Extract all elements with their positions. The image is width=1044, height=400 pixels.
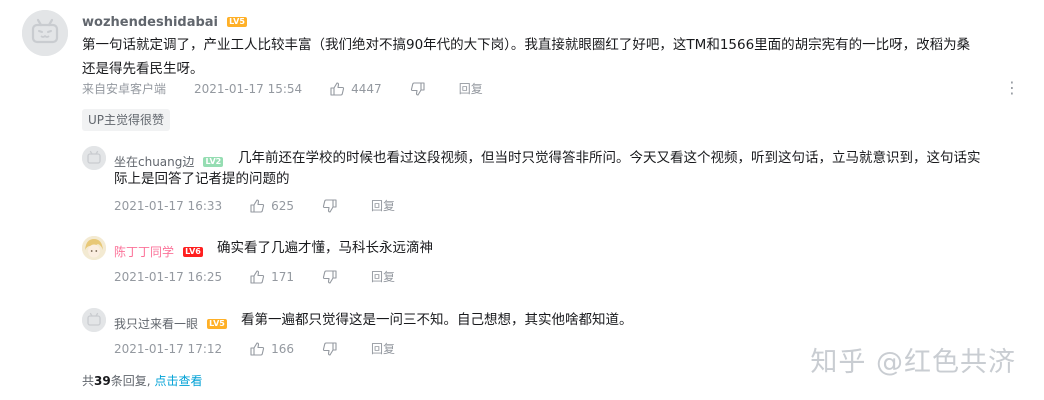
footer-prefix: 共	[82, 374, 95, 388]
comment-text-line: 还是得先看民生呀。	[82, 61, 204, 77]
level-badge: LV2	[203, 156, 224, 167]
reply-text-line: 确实看了几遍才懂，马科长永远滴神	[217, 240, 433, 256]
watermark: 知乎 @红色共济	[810, 347, 1016, 378]
like-button[interactable]: 625	[250, 199, 294, 213]
reply-text-continued: 际上是回答了记者提的问题的	[114, 167, 1014, 191]
username[interactable]: wozhendeshidabai	[82, 15, 218, 30]
comment-text-line: 第一句话就定调了，产业工人比较丰富（我们绝对不搞90年代的大下岗）。我直接就眼圈…	[82, 37, 971, 53]
like-count: 625	[271, 198, 295, 213]
reply-text: 看第一遍都只觉得这是一问三不知。自己想想，其实他啥都知道。	[241, 308, 1001, 332]
timestamp: 2021-01-17 15:54	[194, 81, 303, 96]
like-count: 171	[271, 269, 295, 284]
reply-count-footer: 共39条回复, 点击查看	[82, 372, 203, 389]
avatar[interactable]	[82, 146, 106, 170]
timestamp: 2021-01-17 16:33	[114, 198, 223, 213]
thumbs-down-icon	[322, 341, 337, 356]
reply-button[interactable]: 回复	[371, 340, 395, 357]
reply-meta: 2021-01-17 17:12 166 回复	[114, 340, 423, 357]
reply-text-line: 看第一遍都只觉得这是一问三不知。自己想想，其实他啥都知道。	[241, 312, 633, 328]
comment-meta: 来自安卓客户端 2021-01-17 15:54 4447 回复	[82, 80, 511, 97]
reply-meta: 2021-01-17 16:33 625 回复	[114, 197, 423, 214]
reply-meta: 2021-01-17 16:25 171 回复	[114, 268, 423, 285]
default-avatar-icon	[22, 10, 68, 56]
default-avatar-icon	[82, 146, 106, 170]
reply-button[interactable]: 回复	[371, 197, 395, 214]
default-avatar-icon	[82, 308, 106, 332]
footer-suffix: 条回复,	[110, 374, 151, 388]
thumbs-up-icon	[330, 81, 345, 96]
dislike-button[interactable]	[322, 341, 343, 356]
like-count: 166	[271, 341, 295, 356]
like-button[interactable]: 166	[250, 342, 294, 356]
thumbs-down-icon	[410, 81, 425, 96]
timestamp: 2021-01-17 17:12	[114, 341, 223, 356]
avatar[interactable]	[82, 236, 106, 260]
username[interactable]: 我只过来看一眼	[114, 317, 198, 331]
reply-header: 我只过来看一眼 LV5	[114, 313, 227, 332]
comment-header: wozhendeshidabai LV5	[82, 11, 247, 30]
thumbs-up-icon	[250, 198, 265, 213]
dislike-button[interactable]	[322, 198, 343, 213]
thumbs-up-icon	[250, 341, 265, 356]
view-replies-link[interactable]: 点击查看	[155, 374, 203, 388]
reply-text-line: 际上是回答了记者提的问题的	[114, 171, 290, 187]
avatar[interactable]	[22, 10, 68, 56]
reply-count: 39	[94, 374, 111, 388]
like-count: 4447	[351, 81, 382, 96]
dislike-button[interactable]	[410, 81, 431, 96]
reply-header: 陈丁丁同学 LV6	[114, 241, 203, 260]
thumbs-up-icon	[250, 269, 265, 284]
reply-button[interactable]: 回复	[371, 268, 395, 285]
dislike-button[interactable]	[322, 269, 343, 284]
reply-text: 确实看了几遍才懂，马科长永远滴神	[217, 236, 997, 260]
timestamp: 2021-01-17 16:25	[114, 269, 223, 284]
thumbs-down-icon	[322, 198, 337, 213]
level-badge: LV5	[207, 318, 227, 329]
level-badge: LV5	[227, 16, 247, 27]
like-button[interactable]: 171	[250, 270, 294, 284]
thumbs-down-icon	[322, 269, 337, 284]
username[interactable]: 陈丁丁同学	[114, 245, 174, 259]
up-liked-tag: UP主觉得很赞	[82, 109, 171, 131]
more-options-icon[interactable]: ⋮	[1004, 80, 1020, 96]
reply-button[interactable]: 回复	[459, 80, 483, 97]
avatar[interactable]	[82, 308, 106, 332]
source-label: 来自安卓客户端	[82, 82, 167, 96]
level-badge: LV6	[183, 246, 203, 257]
anime-avatar-icon	[82, 236, 106, 260]
comment-text: 第一句话就定调了，产业工人比较丰富（我们绝对不搞90年代的大下岗）。我直接就眼圈…	[82, 33, 1012, 81]
like-button[interactable]: 4447	[330, 82, 382, 96]
